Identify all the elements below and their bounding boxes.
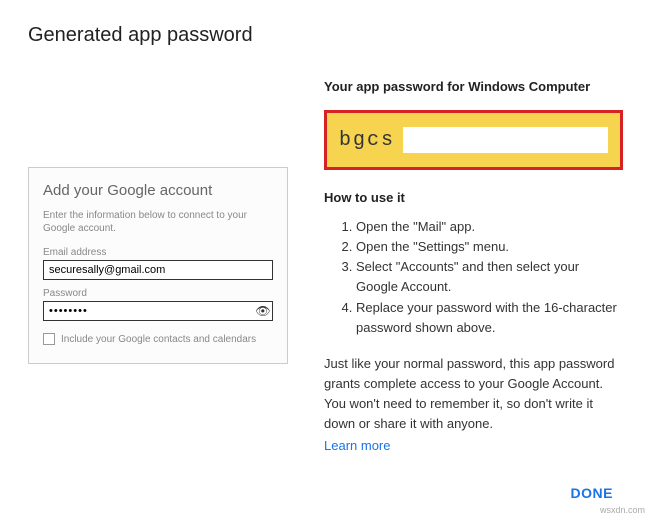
password-label: Password xyxy=(43,288,273,299)
howto-step: Open the "Settings" menu. xyxy=(356,237,623,257)
howto-step: Replace your password with the 16-charac… xyxy=(356,298,623,338)
card-instruction: Enter the information below to connect t… xyxy=(43,209,273,235)
page-title: Generated app password xyxy=(28,24,623,47)
email-label: Email address xyxy=(43,247,273,258)
card-title: Add your Google account xyxy=(43,182,273,199)
howto-title: How to use it xyxy=(324,190,623,205)
howto-step: Select "Accounts" and then select your G… xyxy=(356,257,623,297)
password-mask xyxy=(403,127,608,153)
password-field-wrapper: 👁 xyxy=(43,301,273,321)
disclaimer-text: Just like your normal password, this app… xyxy=(324,354,623,435)
add-google-account-card: Add your Google account Enter the inform… xyxy=(28,167,288,364)
howto-step: Open the "Mail" app. xyxy=(356,217,623,237)
watermark: wsxdn.com xyxy=(600,505,645,515)
done-button[interactable]: DONE xyxy=(571,485,613,501)
show-password-icon[interactable]: 👁 xyxy=(254,304,272,318)
learn-more-link[interactable]: Learn more xyxy=(324,438,390,453)
email-field[interactable] xyxy=(43,260,273,280)
include-contacts-label: Include your Google contacts and calenda… xyxy=(61,334,256,345)
generated-password-box: bgcs xyxy=(324,110,623,170)
include-contacts-checkbox[interactable] xyxy=(43,333,55,345)
left-column: Add your Google account Enter the inform… xyxy=(28,67,288,453)
password-field[interactable] xyxy=(44,302,254,320)
howto-list: Open the "Mail" app. Open the "Settings"… xyxy=(324,217,623,338)
content-area: Add your Google account Enter the inform… xyxy=(28,67,623,453)
app-password-heading: Your app password for Windows Computer xyxy=(324,79,623,94)
include-contacts-row[interactable]: Include your Google contacts and calenda… xyxy=(43,333,273,345)
right-column: Your app password for Windows Computer b… xyxy=(324,67,623,453)
generated-password-text: bgcs xyxy=(339,129,395,152)
